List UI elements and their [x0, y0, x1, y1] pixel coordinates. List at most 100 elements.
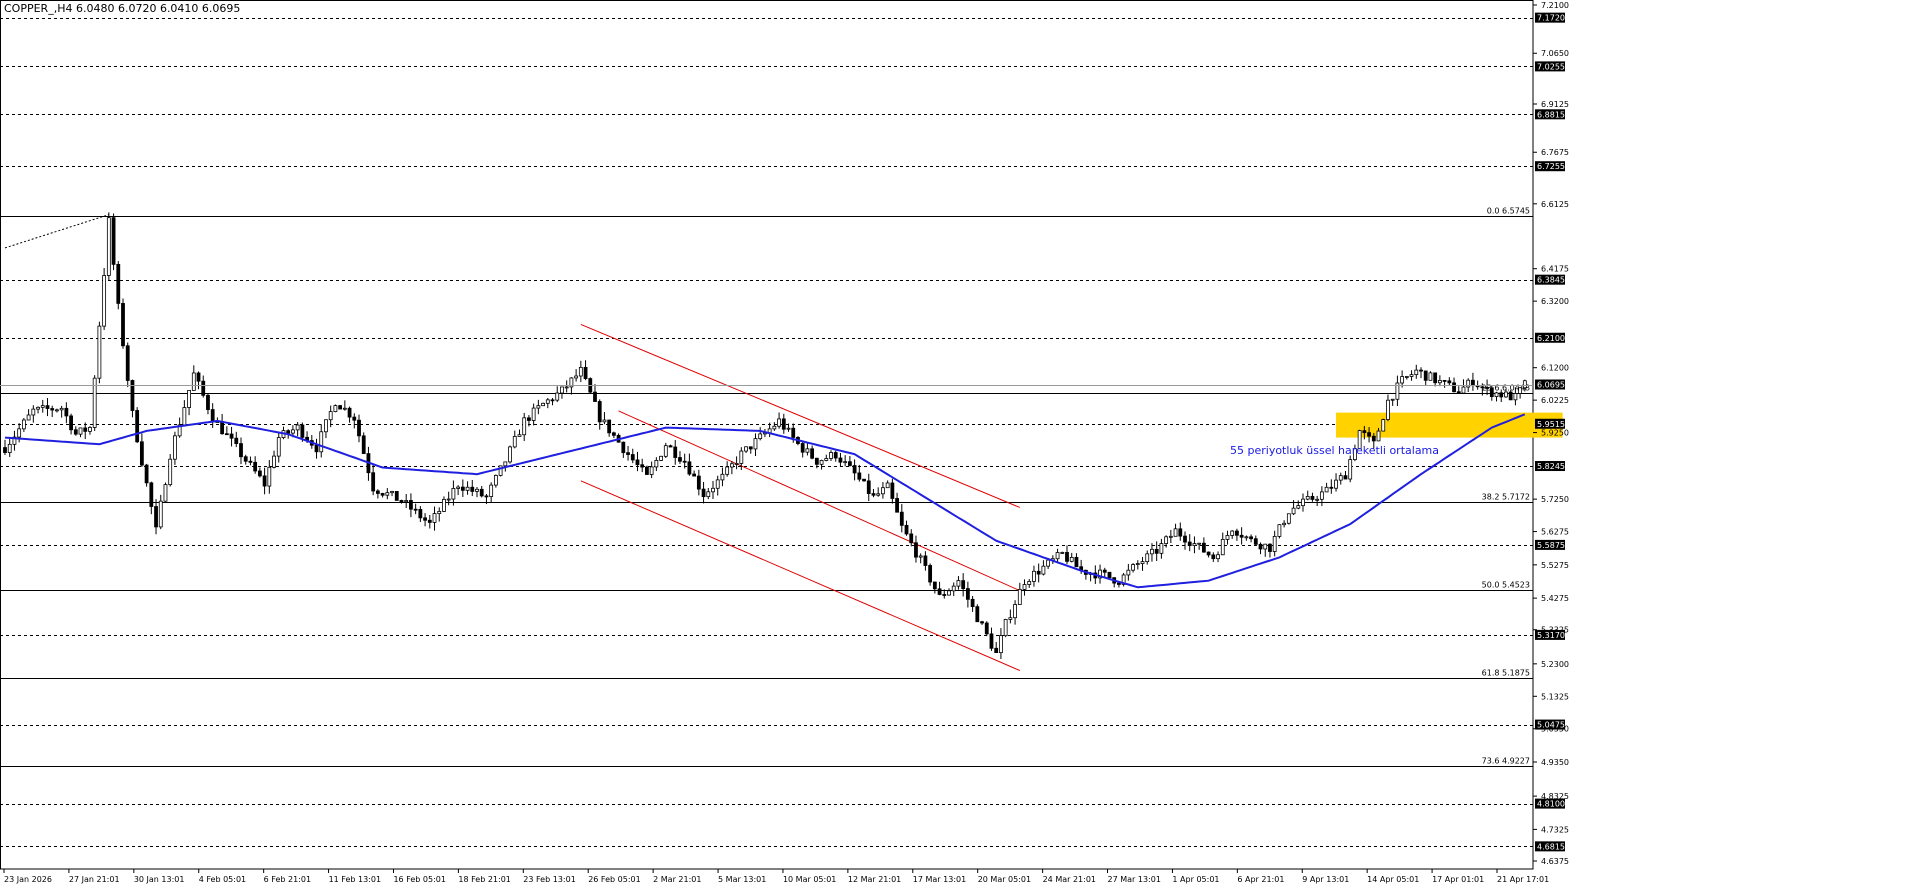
- candle-body: [1192, 543, 1197, 547]
- candle-body: [909, 533, 914, 544]
- candle-body: [1230, 530, 1235, 536]
- candle-body: [196, 372, 201, 382]
- price-tick-label: 5.1325: [1541, 692, 1569, 701]
- candle-body: [1036, 570, 1041, 575]
- candle-body: [50, 408, 55, 411]
- time-tick-label: 9 Apr 13:01: [1302, 875, 1349, 884]
- candle-body: [862, 478, 866, 482]
- candle-body: [541, 402, 545, 407]
- candle-body: [1480, 386, 1485, 389]
- candle-body: [847, 461, 852, 466]
- candle-body: [607, 419, 612, 434]
- candle-body: [503, 461, 508, 467]
- candle-body: [1522, 380, 1527, 389]
- candle-body: [1140, 561, 1145, 564]
- level-price-tag-label: 4.8100: [1537, 800, 1565, 809]
- candle-body: [734, 463, 739, 465]
- price-tick-label: 7.2100: [1541, 1, 1569, 10]
- channel-lower-line: [580, 480, 1020, 671]
- candle-body: [1456, 391, 1461, 394]
- candle-body: [272, 455, 276, 468]
- candle-body: [295, 424, 300, 431]
- candle-body: [753, 438, 758, 450]
- price-tick-label: 7.0650: [1541, 49, 1569, 58]
- candle-body: [1022, 584, 1027, 590]
- candle-body: [253, 461, 258, 472]
- candle-body: [970, 598, 975, 608]
- candle-body: [45, 405, 50, 409]
- candle-body: [451, 488, 456, 500]
- candle-body: [262, 475, 267, 487]
- candle-body: [1027, 581, 1032, 585]
- candle-body: [55, 409, 59, 412]
- candle-body: [800, 443, 805, 453]
- candle-body: [574, 375, 579, 379]
- candle-body: [1268, 543, 1272, 552]
- candle-body: [1442, 379, 1447, 382]
- candle-body: [1102, 569, 1107, 573]
- channel-middle-line: [618, 410, 1021, 592]
- candle-body: [144, 464, 149, 484]
- candle-body: [932, 581, 937, 590]
- candle-body: [394, 491, 399, 501]
- candle-body: [111, 217, 116, 265]
- candle-body: [456, 486, 461, 489]
- candle-body: [1504, 391, 1508, 398]
- candle-body: [210, 409, 215, 423]
- candle-body: [781, 418, 786, 430]
- candle-body: [715, 479, 720, 489]
- candle-body: [427, 519, 432, 523]
- candle-body: [191, 372, 196, 391]
- candle-body: [1423, 370, 1428, 381]
- candle-body: [163, 484, 168, 502]
- candle-body: [1489, 387, 1494, 397]
- candle-body: [1296, 505, 1301, 509]
- candle-body: [729, 463, 734, 468]
- fib-level-label: 38.2 5.7172: [1482, 493, 1530, 502]
- candle-body: [1376, 430, 1381, 442]
- candle-body: [1164, 536, 1169, 544]
- time-tick-label: 24 Mar 21:01: [1043, 875, 1096, 884]
- candle-body: [890, 482, 895, 499]
- candle-body: [635, 459, 640, 466]
- candle-body: [531, 407, 536, 421]
- candle-body: [1173, 528, 1178, 537]
- candle-body: [805, 448, 810, 453]
- candle-body: [409, 500, 413, 510]
- price-tick-label: 5.9250: [1541, 429, 1569, 438]
- price-chart[interactable]: 0.0 6.574523.6 6.044838.2 5.717250.0 5.4…: [0, 0, 1916, 888]
- candle-body: [139, 441, 144, 466]
- candle-body: [7, 443, 12, 453]
- candle-body: [361, 435, 366, 454]
- time-tick-label: 11 Feb 13:01: [329, 875, 381, 884]
- candle-body: [1282, 522, 1287, 526]
- candle-body: [696, 475, 701, 490]
- candle-body: [711, 487, 715, 493]
- time-tick-label: 20 Mar 05:01: [978, 875, 1031, 884]
- candle-body: [626, 452, 630, 455]
- time-tick-label: 4 Feb 05:01: [199, 875, 246, 884]
- price-tick-label: 4.9350: [1541, 758, 1569, 767]
- candle-body: [1409, 374, 1414, 377]
- level-price-tag-label: 4.6815: [1537, 842, 1565, 851]
- candle-body: [432, 513, 437, 523]
- candle-body: [1263, 543, 1268, 550]
- candle-body: [1126, 569, 1131, 576]
- candle-body: [83, 427, 88, 432]
- candle-body: [852, 465, 857, 474]
- candle-body: [78, 427, 83, 435]
- price-tick-label: 4.6375: [1541, 857, 1569, 866]
- candle-body: [1017, 588, 1022, 605]
- candle-body: [31, 408, 36, 416]
- candle-body: [843, 461, 848, 464]
- candle-body: [1154, 548, 1159, 554]
- candle-body: [168, 458, 173, 486]
- candle-body: [342, 407, 347, 410]
- level-price-tag-label: 7.0255: [1537, 62, 1565, 71]
- candle-body: [866, 480, 871, 494]
- candle-body: [1168, 535, 1173, 538]
- level-price-tag-label: 5.9515: [1537, 420, 1565, 429]
- price-tick-label: 6.3200: [1541, 297, 1569, 306]
- candle-body: [154, 506, 158, 528]
- candle-body: [1414, 369, 1419, 376]
